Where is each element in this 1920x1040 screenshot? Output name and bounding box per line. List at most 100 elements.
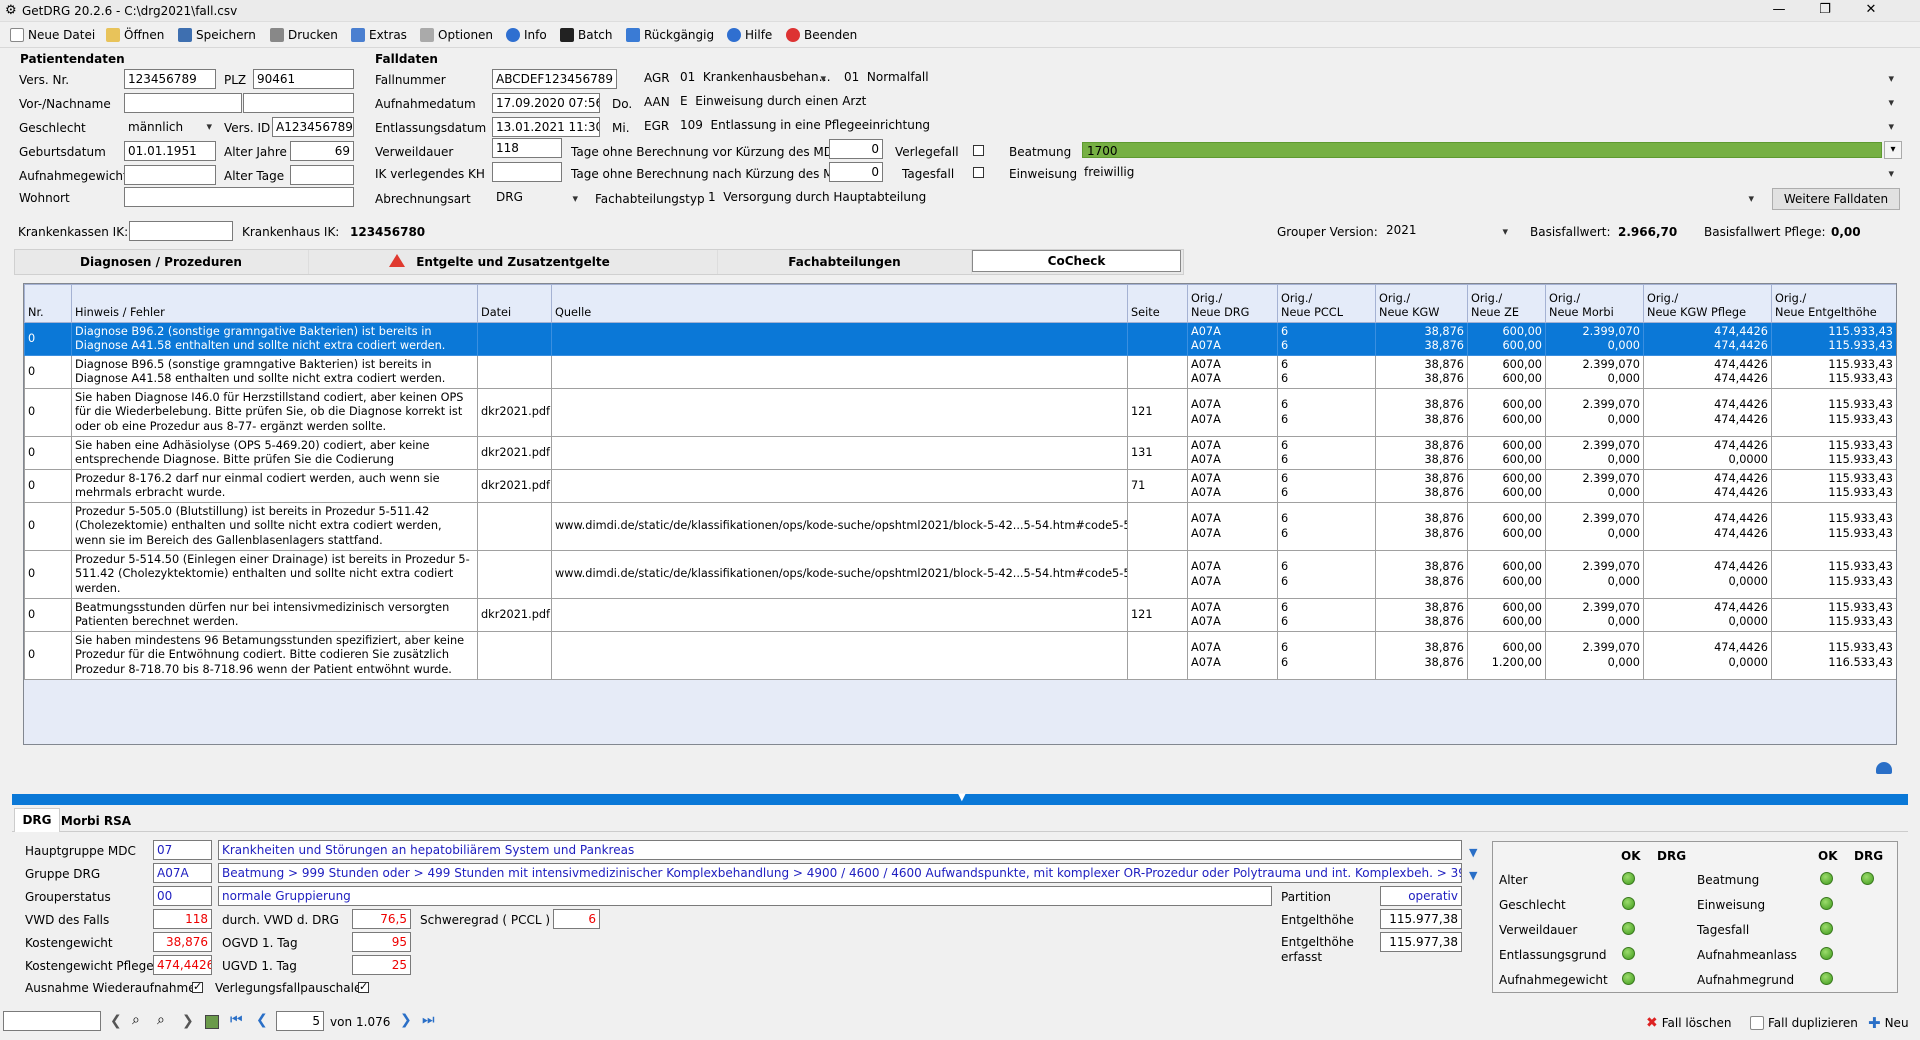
geburtsdatum-input[interactable]: 01.01.1951 (124, 141, 216, 161)
vorname-input[interactable] (124, 93, 242, 113)
ogvd-input[interactable]: 95 (352, 932, 411, 952)
beatmung-dropdown-button[interactable]: ▾ (1884, 141, 1902, 159)
table-row[interactable]: 0 Prozedur 5-514.50 (Einlegen einer Drain… (24, 550, 1896, 599)
new-file-button[interactable]: Neue Datei (10, 26, 95, 44)
aan-select[interactable]: E Einweisung durch einen Arzt (680, 94, 1900, 112)
entgelthoehe-input[interactable]: 115.977,38 (1380, 909, 1462, 929)
refresh-icon[interactable] (1876, 762, 1892, 774)
delete-case-button[interactable]: ✖ Fall löschen (1646, 1014, 1732, 1032)
tab-drg[interactable]: DRG (14, 808, 60, 832)
grid-header-cell[interactable]: Quelle (551, 284, 1128, 323)
open-button[interactable]: Öffnen (106, 26, 164, 44)
new-case-button[interactable]: ✚ Neu (1868, 1014, 1909, 1032)
fallnummer-input[interactable]: ABCDEF123456789 (492, 69, 617, 89)
vers-id-input[interactable]: A123456789 (272, 117, 354, 137)
einweisung-select[interactable]: freiwillig (1084, 165, 1900, 183)
kgw-pflege-input[interactable]: 474,4426 (153, 955, 212, 975)
grid-header-cell[interactable]: Orig./ Neue Morbi (1545, 284, 1644, 323)
fachabteilungstyp-select[interactable]: 1 Versorgung durch Hauptabteilung (708, 190, 1760, 208)
save-button[interactable]: Speichern (178, 26, 256, 44)
weitere-falldaten-button[interactable]: Weitere Falldaten (1772, 188, 1900, 210)
exit-button[interactable]: Beenden (786, 26, 857, 44)
grid-add-icon[interactable] (205, 1015, 219, 1029)
tagesfall-checkbox[interactable] (973, 167, 984, 178)
grid-header-cell[interactable]: Orig./ Neue KGW Pflege (1643, 284, 1772, 323)
abrechnungsart-select[interactable]: DRG (496, 190, 584, 208)
first-page-icon[interactable]: ⏮ (230, 1012, 243, 1028)
gruppe-input[interactable]: A07A (153, 863, 212, 883)
tage-nach-input[interactable]: 0 (829, 162, 883, 182)
info-button[interactable]: Info (506, 26, 547, 44)
partition-input[interactable]: operativ (1380, 886, 1462, 906)
cocheck-grid[interactable]: Nr. Hinweis / Fehler Datei Quelle Seite Orig.… (23, 283, 1897, 745)
print-button[interactable]: Drucken (270, 26, 338, 44)
binoculars-all-icon[interactable]: ⌕ (157, 1012, 165, 1028)
vwd-input[interactable]: 118 (153, 909, 212, 929)
entlassungsdatum-input[interactable]: 13.01.2021 11:30 (492, 117, 600, 137)
help-button[interactable]: Hilfe (727, 26, 772, 44)
egr-select[interactable]: 109 Entlassung in eine Pflegeeinrichtung (680, 118, 1900, 136)
geschlecht-select[interactable]: männlich (124, 117, 216, 137)
verlegefall-checkbox[interactable] (973, 145, 984, 156)
entgelt-erfasst-input[interactable]: 115.977,38 (1380, 932, 1462, 952)
options-button[interactable]: Optionen (420, 26, 493, 44)
undo-button[interactable]: Rückgängig (626, 26, 714, 44)
tab-diagnosen[interactable]: Diagnosen / Prozeduren (14, 250, 309, 274)
grid-header-cell[interactable]: Orig./ Neue KGW (1375, 284, 1468, 323)
table-row[interactable]: 0 Sie haben eine Adhäsiolyse (OPS 5-469.2… (24, 436, 1896, 470)
mdc-input[interactable]: 07 (153, 840, 212, 860)
grid-header-cell[interactable]: Orig./ Neue Entgelthöhe (1771, 284, 1896, 323)
next-result-icon[interactable]: ❯ (182, 1013, 194, 1029)
agr-select[interactable]: 01 Krankenhausbehan… (680, 70, 832, 88)
minimize-button[interactable]: — (1756, 0, 1802, 22)
table-row[interactable]: 0 Diagnose B96.5 (sonstige gramngative Ba… (24, 355, 1896, 389)
wohnort-input[interactable] (124, 187, 354, 207)
tab-entgelte[interactable]: Entgelte und Zusatzentgelte (309, 250, 718, 274)
agr2-select[interactable]: 01 Normalfall (844, 70, 1900, 88)
kk-ik-input[interactable] (129, 221, 233, 241)
ugvd-input[interactable]: 25 (352, 955, 411, 975)
nachname-input[interactable] (243, 93, 354, 113)
prev-page-icon[interactable]: ❮ (256, 1012, 268, 1028)
durch-vwd-input[interactable]: 76,5 (352, 909, 411, 929)
plz-input[interactable]: 90461 (253, 69, 354, 89)
grid-header-cell[interactable]: Orig./ Neue DRG (1187, 284, 1278, 323)
table-row[interactable]: 0 Diagnose B96.2 (sonstige gramngative Ba… (24, 322, 1896, 356)
gruppe-expand-icon[interactable]: ▼ (1469, 869, 1477, 882)
binoculars-icon[interactable]: ⌕ (132, 1012, 140, 1028)
table-row[interactable]: 0 Sie haben mindestens 96 Betamungsstunde… (24, 631, 1896, 680)
batch-button[interactable]: Batch (560, 26, 613, 44)
grid-header-cell[interactable]: Orig./ Neue PCCL (1277, 284, 1376, 323)
tab-morbi-rsa[interactable]: Morbi RSA (60, 810, 132, 832)
verweildauer-input[interactable]: 118 (492, 138, 562, 158)
page-input[interactable]: 5 (276, 1011, 324, 1031)
grid-header-cell[interactable]: Hinweis / Fehler (71, 284, 478, 323)
grid-header-cell[interactable]: Seite (1127, 284, 1188, 323)
prev-result-icon[interactable]: ❮ (110, 1013, 122, 1029)
grouper-select[interactable]: 2021 (1386, 223, 1514, 241)
close-button[interactable]: ✕ (1848, 0, 1894, 22)
grid-header-cell[interactable]: Orig./ Neue ZE (1467, 284, 1546, 323)
table-row[interactable]: 0 Beatmungsstunden dürfen nur bei intensi… (24, 598, 1896, 632)
last-page-icon[interactable]: ⏭ (422, 1012, 435, 1028)
duplicate-case-button[interactable]: Fall duplizieren (1750, 1014, 1858, 1032)
search-input[interactable] (3, 1011, 101, 1031)
tab-cocheck[interactable]: CoCheck (972, 250, 1181, 272)
beatmung-field[interactable]: 1700 (1082, 142, 1882, 158)
extras-button[interactable]: Extras (351, 26, 407, 44)
next-page-icon[interactable]: ❯ (400, 1012, 412, 1028)
grid-header-cell[interactable]: Datei (477, 284, 552, 323)
mdc-expand-icon[interactable]: ▼ (1469, 846, 1477, 859)
table-row[interactable]: 0 Prozedur 5-505.0 (Blutstillung) ist ber… (24, 502, 1896, 551)
table-row[interactable]: 0 Prozedur 8-176.2 darf nur einmal codier… (24, 469, 1896, 503)
status-input[interactable]: 00 (153, 886, 212, 906)
tab-fachabteilungen[interactable]: Fachabteilungen (718, 250, 972, 274)
vers-nr-input[interactable]: 123456789 (124, 69, 216, 89)
splitter-bar[interactable]: ▼ (12, 792, 1908, 805)
maximize-button[interactable]: ❐ (1802, 0, 1848, 22)
aufnahmegewicht-input[interactable] (124, 165, 216, 185)
aufnahmedatum-input[interactable]: 17.09.2020 07:56 (492, 93, 600, 113)
verlegung-checkbox[interactable] (358, 980, 369, 993)
tage-vor-input[interactable]: 0 (829, 139, 883, 159)
table-row[interactable]: 0 Sie haben Diagnose I46.0 für Herzstills… (24, 388, 1896, 437)
